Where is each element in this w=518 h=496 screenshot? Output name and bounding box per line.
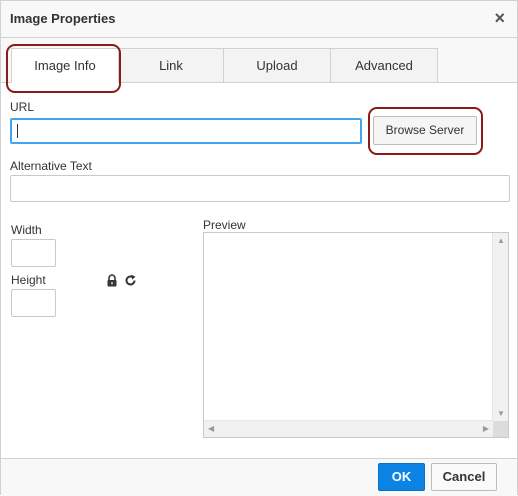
vertical-scrollbar[interactable]: ▲ ▼ <box>492 233 508 422</box>
tab-link[interactable]: Link <box>118 48 224 82</box>
tab-image-info[interactable]: Image Info <box>11 48 119 83</box>
scroll-up-arrow-icon[interactable]: ▲ <box>497 237 505 245</box>
url-input[interactable] <box>10 118 362 144</box>
scroll-left-arrow-icon[interactable]: ◀ <box>208 425 214 433</box>
reset-size-icon[interactable] <box>124 274 137 287</box>
browse-server-button[interactable]: Browse Server <box>373 116 477 145</box>
cancel-button[interactable]: Cancel <box>431 463 497 491</box>
alt-text-label: Alternative Text <box>10 159 92 173</box>
preview-label: Preview <box>203 218 246 232</box>
scrollbar-corner <box>493 421 508 437</box>
tab-advanced[interactable]: Advanced <box>330 48 438 82</box>
url-label: URL <box>10 100 35 114</box>
height-label: Height <box>11 273 46 287</box>
horizontal-scrollbar[interactable]: ◀ ▶ <box>204 420 493 437</box>
tab-bar: Image Info Link Upload Advanced <box>1 38 517 83</box>
tab-upload[interactable]: Upload <box>223 48 331 82</box>
ok-button[interactable]: OK <box>378 463 425 491</box>
height-input[interactable] <box>11 289 56 317</box>
close-icon[interactable]: × <box>494 9 505 27</box>
alt-text-input[interactable] <box>10 175 510 202</box>
image-properties-dialog: Image Properties × Image Info Link Uploa… <box>0 0 518 496</box>
dialog-titlebar: Image Properties × <box>1 1 517 38</box>
dialog-title: Image Properties <box>10 11 116 26</box>
text-caret <box>17 124 18 138</box>
width-input[interactable] <box>11 239 56 267</box>
scroll-right-arrow-icon[interactable]: ▶ <box>483 425 489 433</box>
width-label: Width <box>11 223 42 237</box>
preview-pane: ▲ ▼ ◀ ▶ <box>203 232 509 438</box>
lock-icon[interactable] <box>106 274 118 287</box>
scroll-down-arrow-icon[interactable]: ▼ <box>497 410 505 418</box>
